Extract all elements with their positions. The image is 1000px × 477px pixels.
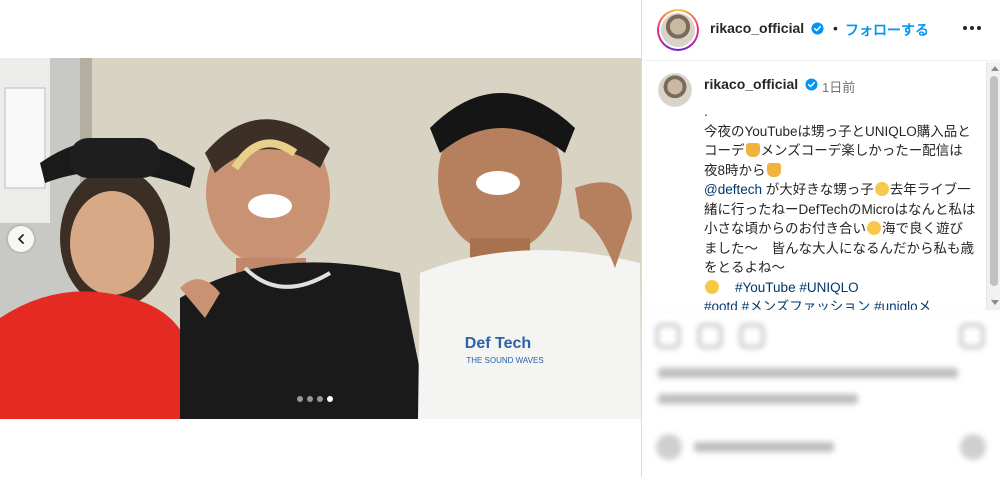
carousel-dot bbox=[307, 396, 313, 402]
share-icon bbox=[740, 324, 764, 348]
caption-intro: . bbox=[704, 104, 708, 119]
comment-input bbox=[694, 442, 834, 452]
post-button bbox=[960, 434, 986, 460]
caption-username-text: rikaco_official bbox=[704, 76, 799, 92]
caption-scrollbar[interactable] bbox=[986, 62, 1000, 310]
follow-button[interactable]: フォローする bbox=[845, 20, 929, 40]
caption-text: . 今夜のYouTubeは甥っ子とUNIQLO購入品とコーデ メンズコーデ楽しかっ… bbox=[704, 102, 976, 310]
photo-illustration: Def Tech THE SOUND WAVES bbox=[0, 58, 641, 419]
smile-emoji-icon bbox=[867, 221, 881, 235]
caption-avatar[interactable] bbox=[658, 73, 692, 107]
post-header: rikaco_official • フォローする bbox=[642, 0, 1000, 61]
instagram-post-view: Def Tech THE SOUND WAVES rikaco_official bbox=[0, 0, 1000, 477]
header-separator: • bbox=[833, 20, 838, 36]
caption-line-2a: が大好きな甥っ子 bbox=[762, 182, 874, 197]
smile-emoji-icon bbox=[874, 182, 889, 196]
more-options-icon[interactable] bbox=[960, 16, 984, 40]
svg-text:Def Tech: Def Tech bbox=[465, 335, 531, 352]
avatar bbox=[661, 13, 695, 47]
scroll-thumb[interactable] bbox=[990, 76, 998, 286]
likes-line bbox=[658, 368, 958, 378]
grin-emoji-icon bbox=[705, 279, 719, 294]
hashtag-link[interactable]: #メンズファッション bbox=[742, 299, 871, 310]
photo-area: Def Tech THE SOUND WAVES bbox=[0, 0, 641, 477]
comment-icon bbox=[698, 324, 722, 348]
like-icon bbox=[656, 324, 680, 348]
story-ring-avatar[interactable] bbox=[657, 9, 699, 51]
caption-area: rikaco_official 1日前 . 今夜のYouTubeは甥っ子とUNI… bbox=[642, 62, 1000, 310]
ok-hand-emoji-icon bbox=[745, 143, 760, 157]
date-line bbox=[658, 394, 858, 404]
hashtag-link[interactable]: #UNIQLO bbox=[799, 280, 858, 295]
username-text: rikaco_official bbox=[710, 20, 805, 36]
post-photo: Def Tech THE SOUND WAVES bbox=[0, 58, 641, 419]
previous-slide-button[interactable] bbox=[8, 226, 34, 252]
carousel-indicator bbox=[297, 396, 333, 402]
verified-badge-icon bbox=[805, 78, 818, 91]
save-icon bbox=[960, 324, 984, 348]
hashtag-link[interactable]: #YouTube bbox=[735, 280, 796, 295]
post-time[interactable]: 1日前 bbox=[822, 77, 855, 96]
verified-badge-icon bbox=[811, 22, 824, 35]
emoji-picker-icon bbox=[656, 434, 682, 460]
hashtag-link[interactable]: #ootd bbox=[704, 299, 738, 310]
username-link[interactable]: rikaco_official bbox=[710, 20, 824, 36]
post-side-panel: rikaco_official • フォローする rikaco_official… bbox=[641, 0, 1000, 477]
scroll-down-arrow-icon[interactable] bbox=[991, 300, 999, 305]
carousel-dot bbox=[327, 396, 333, 402]
chevron-left-icon bbox=[18, 234, 24, 244]
thumbs-up-emoji-icon bbox=[766, 162, 781, 177]
caption-username-link[interactable]: rikaco_official bbox=[704, 76, 818, 92]
mention-link[interactable]: @deftech bbox=[704, 182, 762, 197]
scroll-up-arrow-icon[interactable] bbox=[991, 66, 999, 71]
carousel-dot bbox=[297, 396, 303, 402]
svg-text:THE SOUND WAVES: THE SOUND WAVES bbox=[466, 356, 543, 365]
blurred-actions-area bbox=[642, 311, 1000, 477]
hashtag-link[interactable]: #uniqloメ bbox=[874, 299, 931, 310]
carousel-dot bbox=[317, 396, 323, 402]
